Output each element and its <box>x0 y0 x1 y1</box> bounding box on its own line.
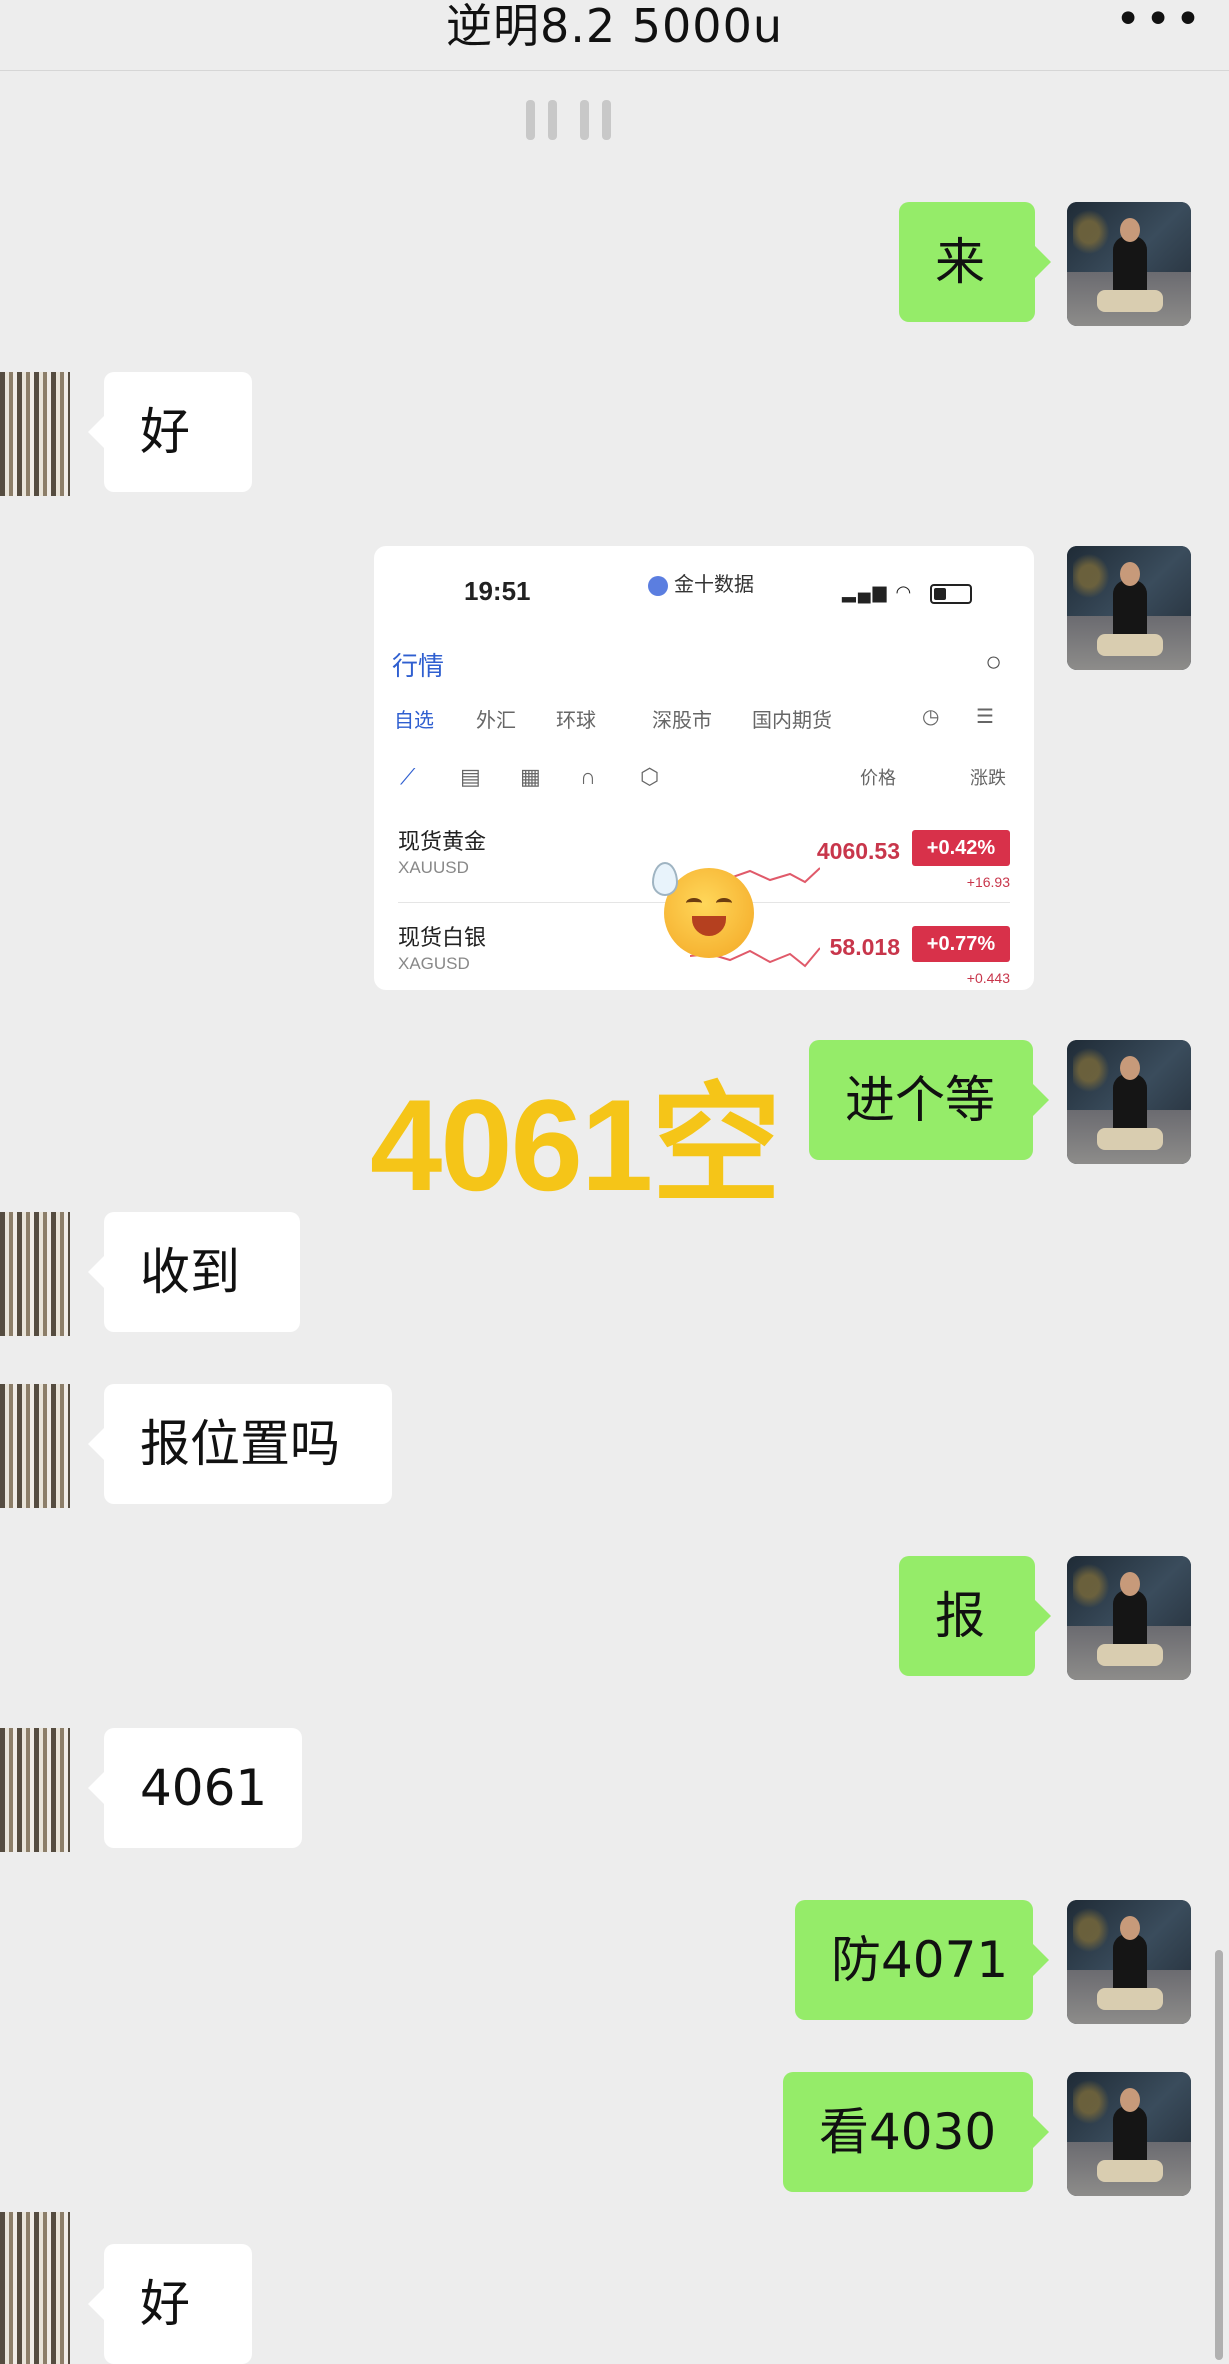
menu-icon: ☰ <box>976 706 994 728</box>
message-text: 4061 <box>140 1759 268 1817</box>
quote-name: 现货白银 <box>398 925 487 950</box>
grid-icon: ▦ <box>520 764 541 789</box>
message-text: 进个等 <box>845 1071 995 1129</box>
contact-avatar[interactable] <box>0 1212 70 1336</box>
my-avatar[interactable] <box>1067 546 1191 670</box>
price-header: 价格 <box>860 768 896 788</box>
screenshot-app-name: 金十数据 <box>648 568 754 597</box>
overlay-annotation: 4061空 <box>370 1072 781 1218</box>
my-avatar[interactable] <box>1067 1556 1191 1680</box>
headphone-icon: ∩ <box>580 764 596 789</box>
message-text: 好 <box>140 403 190 461</box>
my-avatar[interactable] <box>1067 202 1191 326</box>
quote-name: 现货黄金 <box>398 829 487 854</box>
message-text: 好 <box>140 2275 190 2333</box>
message-bubble-me[interactable]: 来 <box>899 202 1051 322</box>
message-bubble-other[interactable]: 报位置吗 <box>88 1384 392 1504</box>
line-chart-icon: ⟋ <box>400 764 416 789</box>
quote-change: +16.93 <box>966 874 1010 890</box>
screenshot-time: 19:51 <box>464 576 531 606</box>
screenshot-section-title: 行情 <box>392 651 445 681</box>
quote-change-pct: +0.42% <box>912 830 1010 866</box>
message-bubble-me[interactable]: 看4030 <box>783 2072 1049 2192</box>
quote-change: +0.443 <box>966 970 1010 986</box>
screenshot-tab: 自选 <box>394 710 434 732</box>
battery-icon <box>930 584 972 604</box>
my-avatar[interactable] <box>1067 2072 1191 2196</box>
scrollbar[interactable] <box>1215 1950 1223 2360</box>
signal-wifi-icon: ▂▄▆ ◠ <box>842 582 914 602</box>
quote-price: 4060.53 <box>816 838 900 864</box>
message-bubble-me[interactable]: 进个等 <box>809 1040 1049 1160</box>
message-bubble-me[interactable]: 防4071 <box>795 1900 1049 2020</box>
message-text: 看4030 <box>819 2103 997 2161</box>
screenshot-tab: 外汇 <box>476 710 516 732</box>
screenshot-tab: 深股市 <box>652 710 712 732</box>
screenshot-tab: 国内期货 <box>752 710 832 732</box>
quote-change-pct: +0.77% <box>912 926 1010 962</box>
chat-header: 逆明8.2 5000u ••• <box>0 0 1229 71</box>
contact-avatar[interactable] <box>0 1728 70 1852</box>
screenshot-tabs: 自选 外汇 环球 深股市 国内期货 ◷ ☰ <box>374 704 1034 740</box>
sweat-drop-icon <box>652 862 678 896</box>
my-avatar[interactable] <box>1067 1900 1191 2024</box>
message-bubble-other[interactable]: 好 <box>88 372 252 492</box>
app-logo-icon <box>648 575 668 596</box>
message-text: 防4071 <box>831 1931 1009 1989</box>
message-text: 来 <box>935 233 985 291</box>
message-bubble-other[interactable]: 好 <box>88 2244 252 2364</box>
contact-avatar[interactable] <box>0 2212 70 2364</box>
my-avatar[interactable] <box>1067 1040 1191 1164</box>
screenshot-tab: 环球 <box>556 710 596 732</box>
message-bubble-me[interactable]: 报 <box>899 1556 1051 1676</box>
search-icon: ○ <box>985 646 1002 677</box>
screenshot-toolbar: ⟋ ▤ ▦ ∩ ⬡ 价格 涨跌 <box>374 764 1034 794</box>
message-text: 收到 <box>140 1243 240 1301</box>
contact-avatar[interactable] <box>0 372 70 496</box>
hexagon-icon: ⬡ <box>640 764 660 789</box>
message-bubble-other[interactable]: 收到 <box>88 1212 300 1332</box>
quote-price: 58.018 <box>829 934 900 960</box>
chat-title: 逆明8.2 5000u <box>446 0 783 53</box>
message-text: 报位置吗 <box>140 1415 340 1473</box>
message-bubble-other[interactable]: 4061 <box>88 1728 302 1848</box>
quote-code: XAUUSD <box>398 858 469 877</box>
quote-code: XAGUSD <box>398 954 470 973</box>
clock-icon: ◷ <box>922 706 940 728</box>
more-horizontal-icon[interactable]: ••• <box>1115 0 1205 45</box>
contact-avatar[interactable] <box>0 1384 70 1508</box>
change-header: 涨跌 <box>970 768 1006 788</box>
loading-indicator-icon <box>526 100 616 144</box>
layout-icon: ▤ <box>460 764 481 789</box>
emoji-sticker <box>652 862 754 958</box>
message-text: 报 <box>935 1587 985 1645</box>
